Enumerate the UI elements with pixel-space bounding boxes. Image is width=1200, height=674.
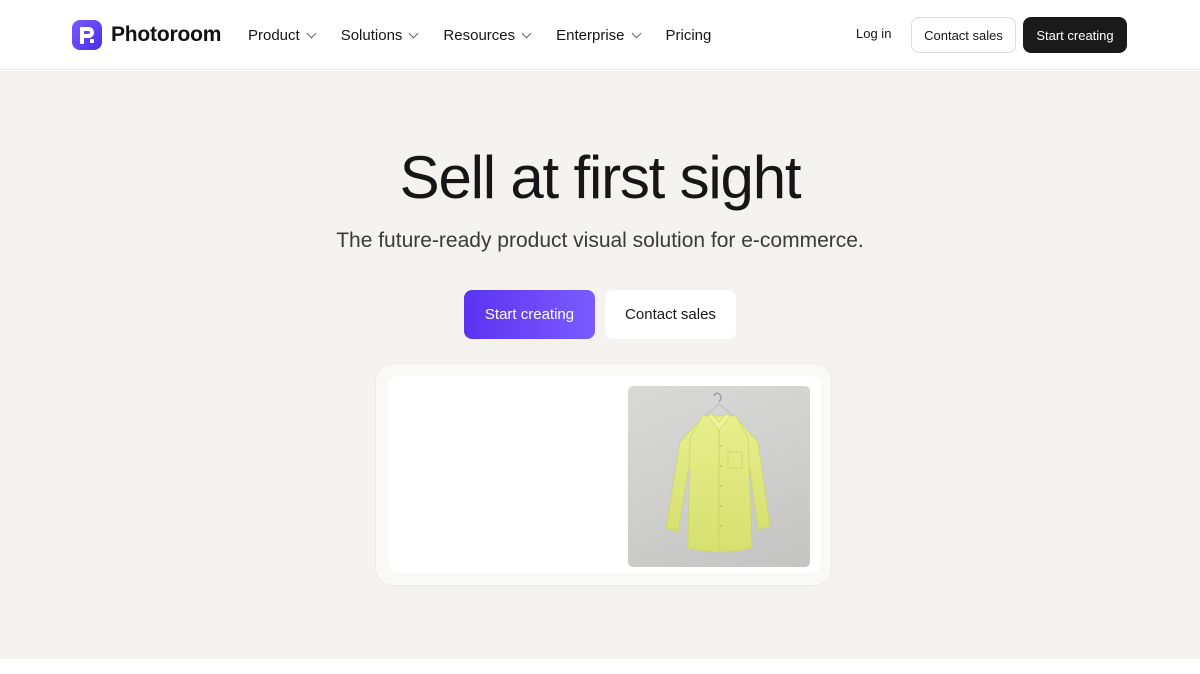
- brand-logo[interactable]: Photoroom: [72, 20, 221, 50]
- nav-item-pricing[interactable]: Pricing: [666, 27, 712, 44]
- hero-subtitle: The future-ready product visual solution…: [336, 229, 864, 252]
- yellow-shirt-image: [665, 392, 771, 553]
- hero-section: Sell at first sight The future-ready pro…: [0, 71, 1200, 659]
- chevron-down-icon: [306, 28, 317, 38]
- nav-item-label: Resources: [443, 26, 516, 44]
- start-creating-button[interactable]: Start creating: [1023, 17, 1127, 53]
- nav-item-label: Product: [248, 26, 300, 44]
- main-nav: Product Solutions Resources Enterprise P…: [248, 24, 737, 46]
- chevron-down-icon: [631, 28, 641, 38]
- nav-item-product[interactable]: Product: [248, 26, 317, 44]
- hero-title: Sell at first sight: [399, 144, 802, 211]
- contact-sales-button[interactable]: Contact sales: [911, 17, 1016, 53]
- nav-item-label: Pricing: [665, 26, 712, 44]
- nav-item-solutions[interactable]: Solutions: [340, 26, 419, 44]
- product-preview-frame: [375, 363, 832, 586]
- nav-item-label: Solutions: [340, 26, 403, 44]
- brand-name: Photoroom: [111, 23, 222, 46]
- product-photo: [628, 386, 810, 567]
- hero-contact-sales-button[interactable]: Contact sales: [605, 290, 736, 339]
- site-header: Photoroom Product Solutions Resources En…: [0, 0, 1200, 70]
- chevron-down-icon: [408, 28, 419, 38]
- nav-item-label: Enterprise: [556, 26, 625, 44]
- nav-item-resources[interactable]: Resources: [443, 26, 532, 44]
- login-link[interactable]: Log in: [856, 26, 891, 41]
- hero-start-creating-button[interactable]: Start creating: [464, 290, 595, 339]
- nav-item-enterprise[interactable]: Enterprise: [556, 26, 641, 44]
- product-preview-card: [388, 376, 821, 573]
- photoroom-logo-icon: [72, 20, 102, 50]
- page-bottom-strip: [0, 659, 1200, 674]
- chevron-down-icon: [521, 28, 532, 38]
